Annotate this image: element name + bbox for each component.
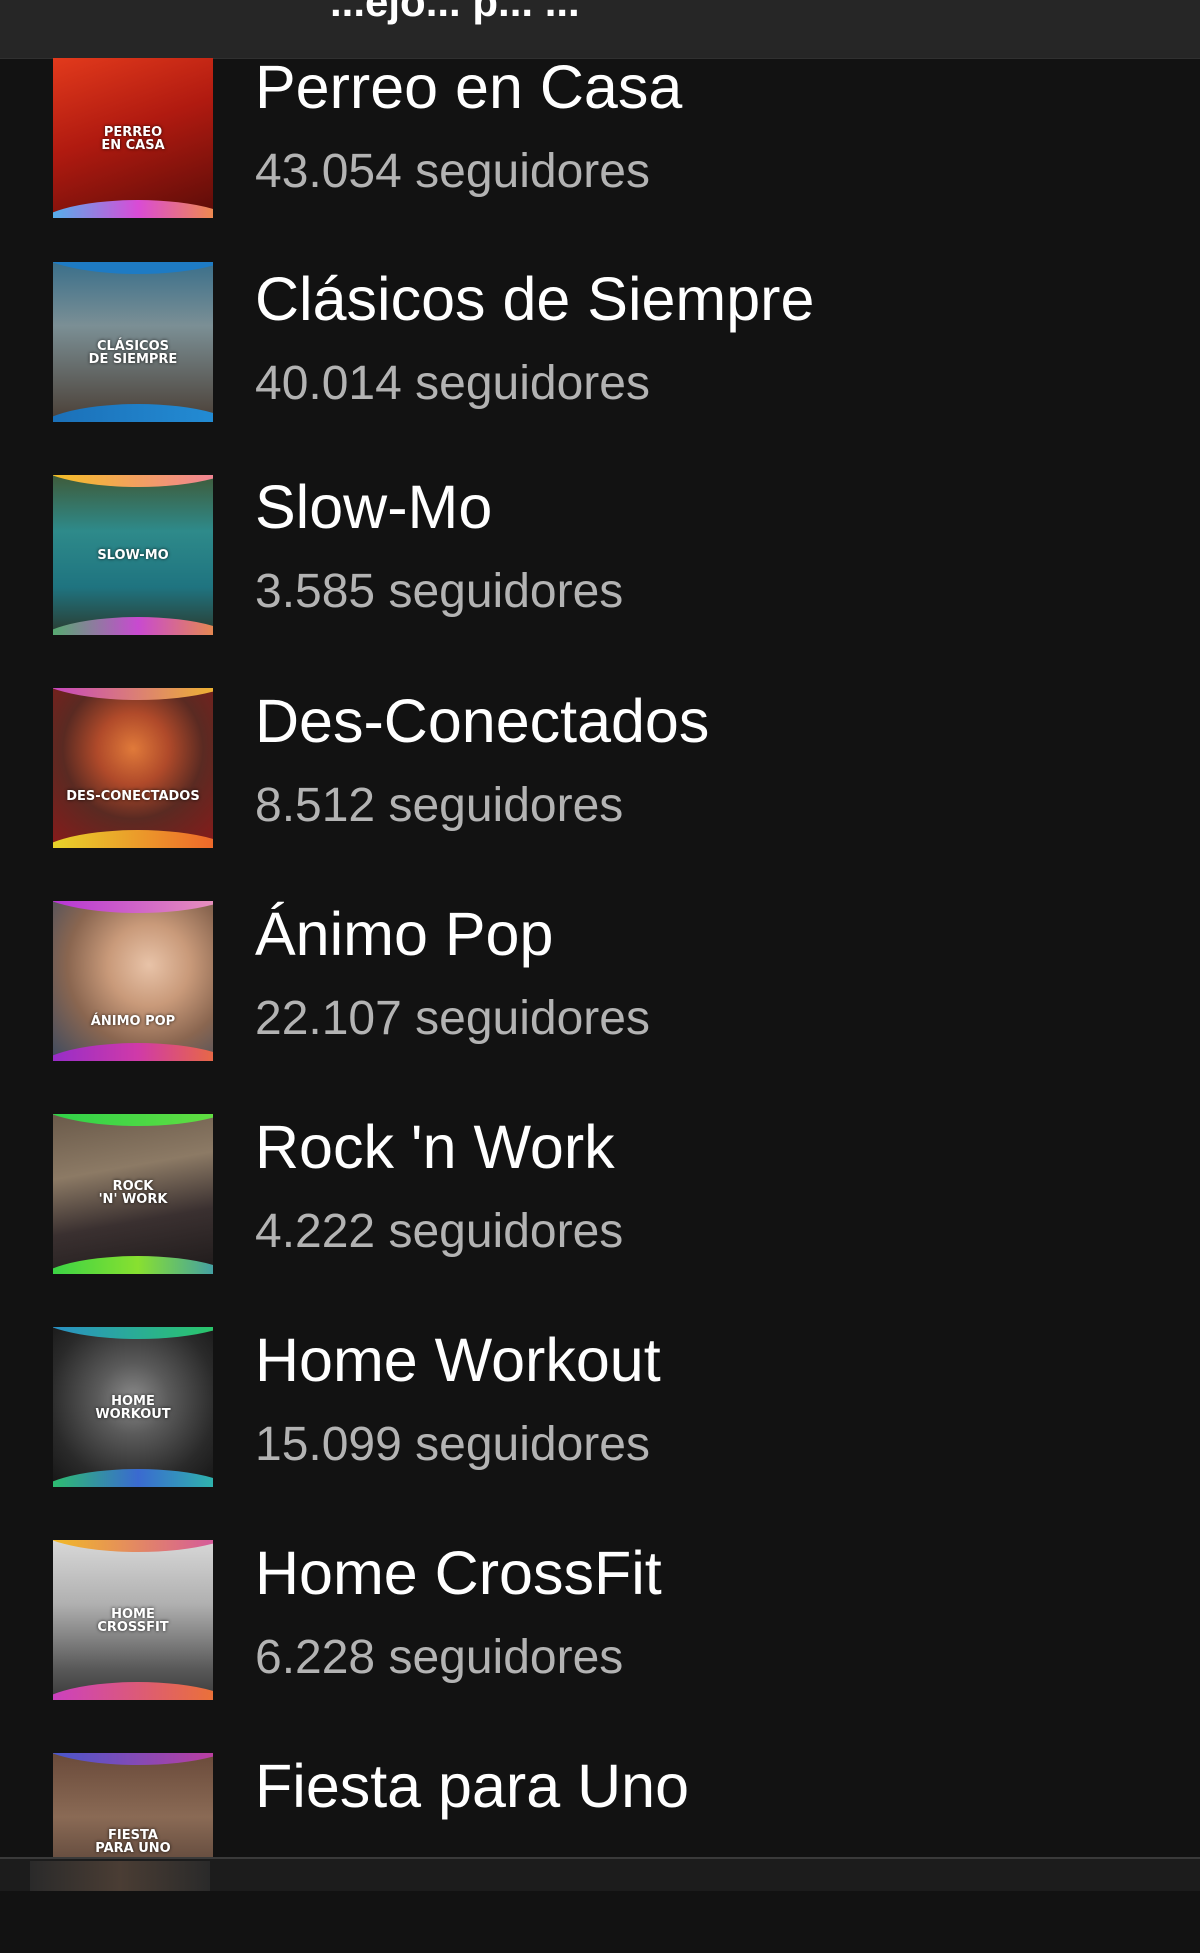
- playlist-cover: FIESTA PARA UNO: [53, 1753, 213, 1857]
- mini-player-artwork: [30, 1861, 210, 1891]
- follower-count: 8.512 seguidores: [255, 779, 624, 832]
- follower-count: 15.099 seguidores: [255, 1418, 650, 1471]
- list-item[interactable]: PERREO EN CASA Perreo en Casa 43.054 seg…: [0, 52, 1200, 252]
- follower-count: 40.014 seguidores: [255, 357, 650, 410]
- playlist-cover: ÁNIMO POP: [53, 901, 213, 1061]
- playlist-cover: ROCK 'N' WORK: [53, 1114, 213, 1274]
- playlist-title[interactable]: Slow-Mo: [255, 472, 492, 542]
- list-item[interactable]: SLOW-MO Slow-Mo 3.585 seguidores: [0, 472, 1200, 675]
- list-item[interactable]: HOME WORKOUT Home Workout 15.099 seguido…: [0, 1325, 1200, 1527]
- list-item[interactable]: FIESTA PARA UNO Fiesta para Uno: [0, 1751, 1200, 1953]
- playlist-cover: SLOW-MO: [53, 475, 213, 635]
- list-item[interactable]: ÁNIMO POP Ánimo Pop 22.107 seguidores: [0, 899, 1200, 1101]
- playlist-title[interactable]: Home CrossFit: [255, 1538, 662, 1608]
- list-item[interactable]: DES-CONECTADOS Des-Conectados 8.512 segu…: [0, 686, 1200, 888]
- list-item[interactable]: CLÁSICOS DE SIEMPRE Clásicos de Siempre …: [0, 262, 1200, 462]
- playlist-title[interactable]: Fiesta para Uno: [255, 1751, 689, 1821]
- follower-count: 22.107 seguidores: [255, 992, 650, 1045]
- playlist-title[interactable]: Des-Conectados: [255, 686, 709, 756]
- follower-count: 3.585 seguidores: [255, 565, 624, 618]
- follower-count: 6.228 seguidores: [255, 1631, 624, 1684]
- follower-count: 4.222 seguidores: [255, 1205, 624, 1258]
- playlist-title[interactable]: Ánimo Pop: [255, 899, 553, 969]
- mini-player-bar[interactable]: [0, 1857, 1200, 1891]
- list-item[interactable]: HOME CROSSFIT Home CrossFit 6.228 seguid…: [0, 1538, 1200, 1740]
- playlist-cover: DES-CONECTADOS: [53, 688, 213, 848]
- playlist-title[interactable]: Clásicos de Siempre: [255, 264, 814, 334]
- page-title: ...ejo... p... ...: [330, 0, 580, 25]
- follower-count: 43.054 seguidores: [255, 145, 650, 198]
- playlist-title[interactable]: Rock 'n Work: [255, 1112, 615, 1182]
- top-app-bar: ...ejo... p... ...: [0, 0, 1200, 59]
- playlist-cover: PERREO EN CASA: [53, 58, 213, 218]
- list-item[interactable]: ROCK 'N' WORK Rock 'n Work 4.222 seguido…: [0, 1112, 1200, 1314]
- playlist-title[interactable]: Home Workout: [255, 1325, 661, 1395]
- playlist-cover: HOME CROSSFIT: [53, 1540, 213, 1700]
- playlist-title[interactable]: Perreo en Casa: [255, 52, 682, 122]
- playlist-cover: HOME WORKOUT: [53, 1327, 213, 1487]
- playlist-cover: CLÁSICOS DE SIEMPRE: [53, 262, 213, 422]
